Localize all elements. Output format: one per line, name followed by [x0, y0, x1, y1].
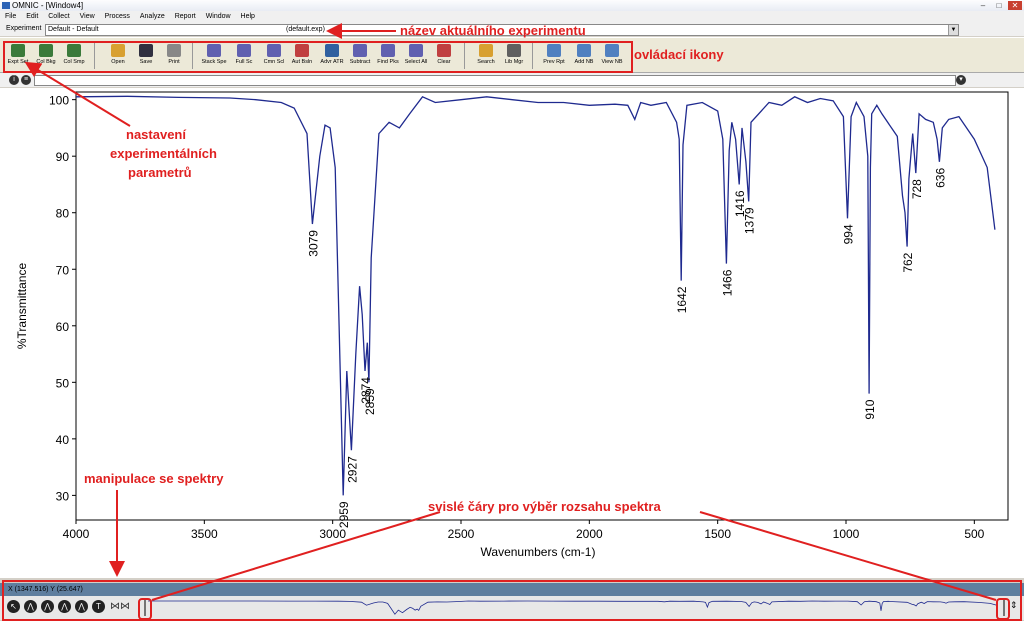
title-bar: OMNIC - [Window4] – □ ✕ — [0, 0, 1024, 11]
peak-label: 2859 — [363, 388, 377, 415]
x-tick-label: 3500 — [191, 527, 218, 541]
spectrum-title-bar: i ≡ ▾ — [0, 73, 1024, 87]
y-tick-label: 70 — [56, 263, 70, 277]
peak-label: 1379 — [743, 207, 757, 234]
menu-collect[interactable]: Collect — [48, 13, 69, 20]
annotation-spectra-manipulation: manipulace se spektry — [84, 471, 224, 486]
x-tick-label: 2000 — [576, 527, 603, 541]
menu-window[interactable]: Window — [206, 13, 231, 20]
experiment-value: Default - Default — [48, 26, 99, 33]
x-tick-label: 1500 — [704, 527, 731, 541]
info-icon[interactable]: i — [9, 75, 19, 85]
experiment-label: Experiment — [6, 25, 42, 32]
chevron-down-icon[interactable]: ▾ — [956, 75, 966, 85]
menu-file[interactable]: File — [5, 13, 16, 20]
annotation-params-line2: experimentálních — [110, 146, 217, 161]
spectrum-title-field[interactable] — [34, 75, 956, 86]
experiment-file: (default.exp) — [286, 26, 325, 33]
left-line-highlight — [138, 598, 152, 620]
window-title: OMNIC - [Window4] — [12, 1, 84, 10]
peak-label: 910 — [863, 399, 877, 419]
y-tick-label: 90 — [56, 150, 70, 164]
annotation-control-icons: ovládací ikony — [634, 47, 724, 62]
y-tick-label: 30 — [56, 489, 70, 503]
annotation-experiment-name: název aktuálního experimentu — [400, 23, 586, 38]
menu-edit[interactable]: Edit — [26, 13, 38, 20]
x-tick-label: 500 — [964, 527, 984, 541]
x-tick-label: 1000 — [833, 527, 860, 541]
peak-label: 728 — [910, 179, 924, 199]
toolbar-highlight-box — [3, 41, 633, 73]
x-tick-label: 3000 — [319, 527, 346, 541]
annotation-params-line1: nastavení — [126, 127, 186, 142]
peak-label: 636 — [933, 168, 947, 188]
peak-label: 1642 — [675, 286, 689, 313]
menu-help[interactable]: Help — [241, 13, 255, 20]
menu-process[interactable]: Process — [105, 13, 130, 20]
x-tick-label: 2500 — [448, 527, 475, 541]
peak-label: 1466 — [720, 269, 734, 296]
peak-label: 2927 — [345, 456, 359, 483]
x-tick-label: 4000 — [63, 527, 90, 541]
app-icon — [2, 2, 10, 9]
x-axis-label: Wavenumbers (cm-1) — [481, 545, 596, 559]
peak-label: 994 — [842, 224, 856, 244]
y-axis-label: %Transmittance — [15, 263, 29, 350]
close-button[interactable]: ✕ — [1008, 1, 1022, 10]
peak-label: 762 — [901, 252, 915, 272]
menu-report[interactable]: Report — [175, 13, 196, 20]
chevron-down-icon[interactable]: ▼ — [948, 25, 958, 35]
menu-view[interactable]: View — [80, 13, 95, 20]
maximize-button[interactable]: □ — [992, 1, 1006, 10]
y-tick-label: 80 — [56, 207, 70, 221]
y-tick-label: 60 — [56, 320, 70, 334]
y-tick-label: 50 — [56, 376, 70, 390]
peak-label: 2959 — [337, 501, 351, 528]
menu-analyze[interactable]: Analyze — [140, 13, 165, 20]
annotation-vertical-lines: svislé čáry pro výběr rozsahu spektra — [428, 499, 661, 514]
right-line-highlight — [996, 598, 1010, 620]
y-tick-label: 40 — [56, 433, 70, 447]
y-tick-label: 100 — [49, 94, 69, 108]
bottom-highlight-box — [2, 580, 1022, 621]
list-icon[interactable]: ≡ — [21, 75, 31, 85]
peak-label: 3079 — [306, 230, 320, 257]
minimize-button[interactable]: – — [976, 1, 990, 10]
menu-bar: File Edit Collect View Process Analyze R… — [0, 11, 1024, 23]
annotation-params-line3: parametrů — [128, 165, 192, 180]
